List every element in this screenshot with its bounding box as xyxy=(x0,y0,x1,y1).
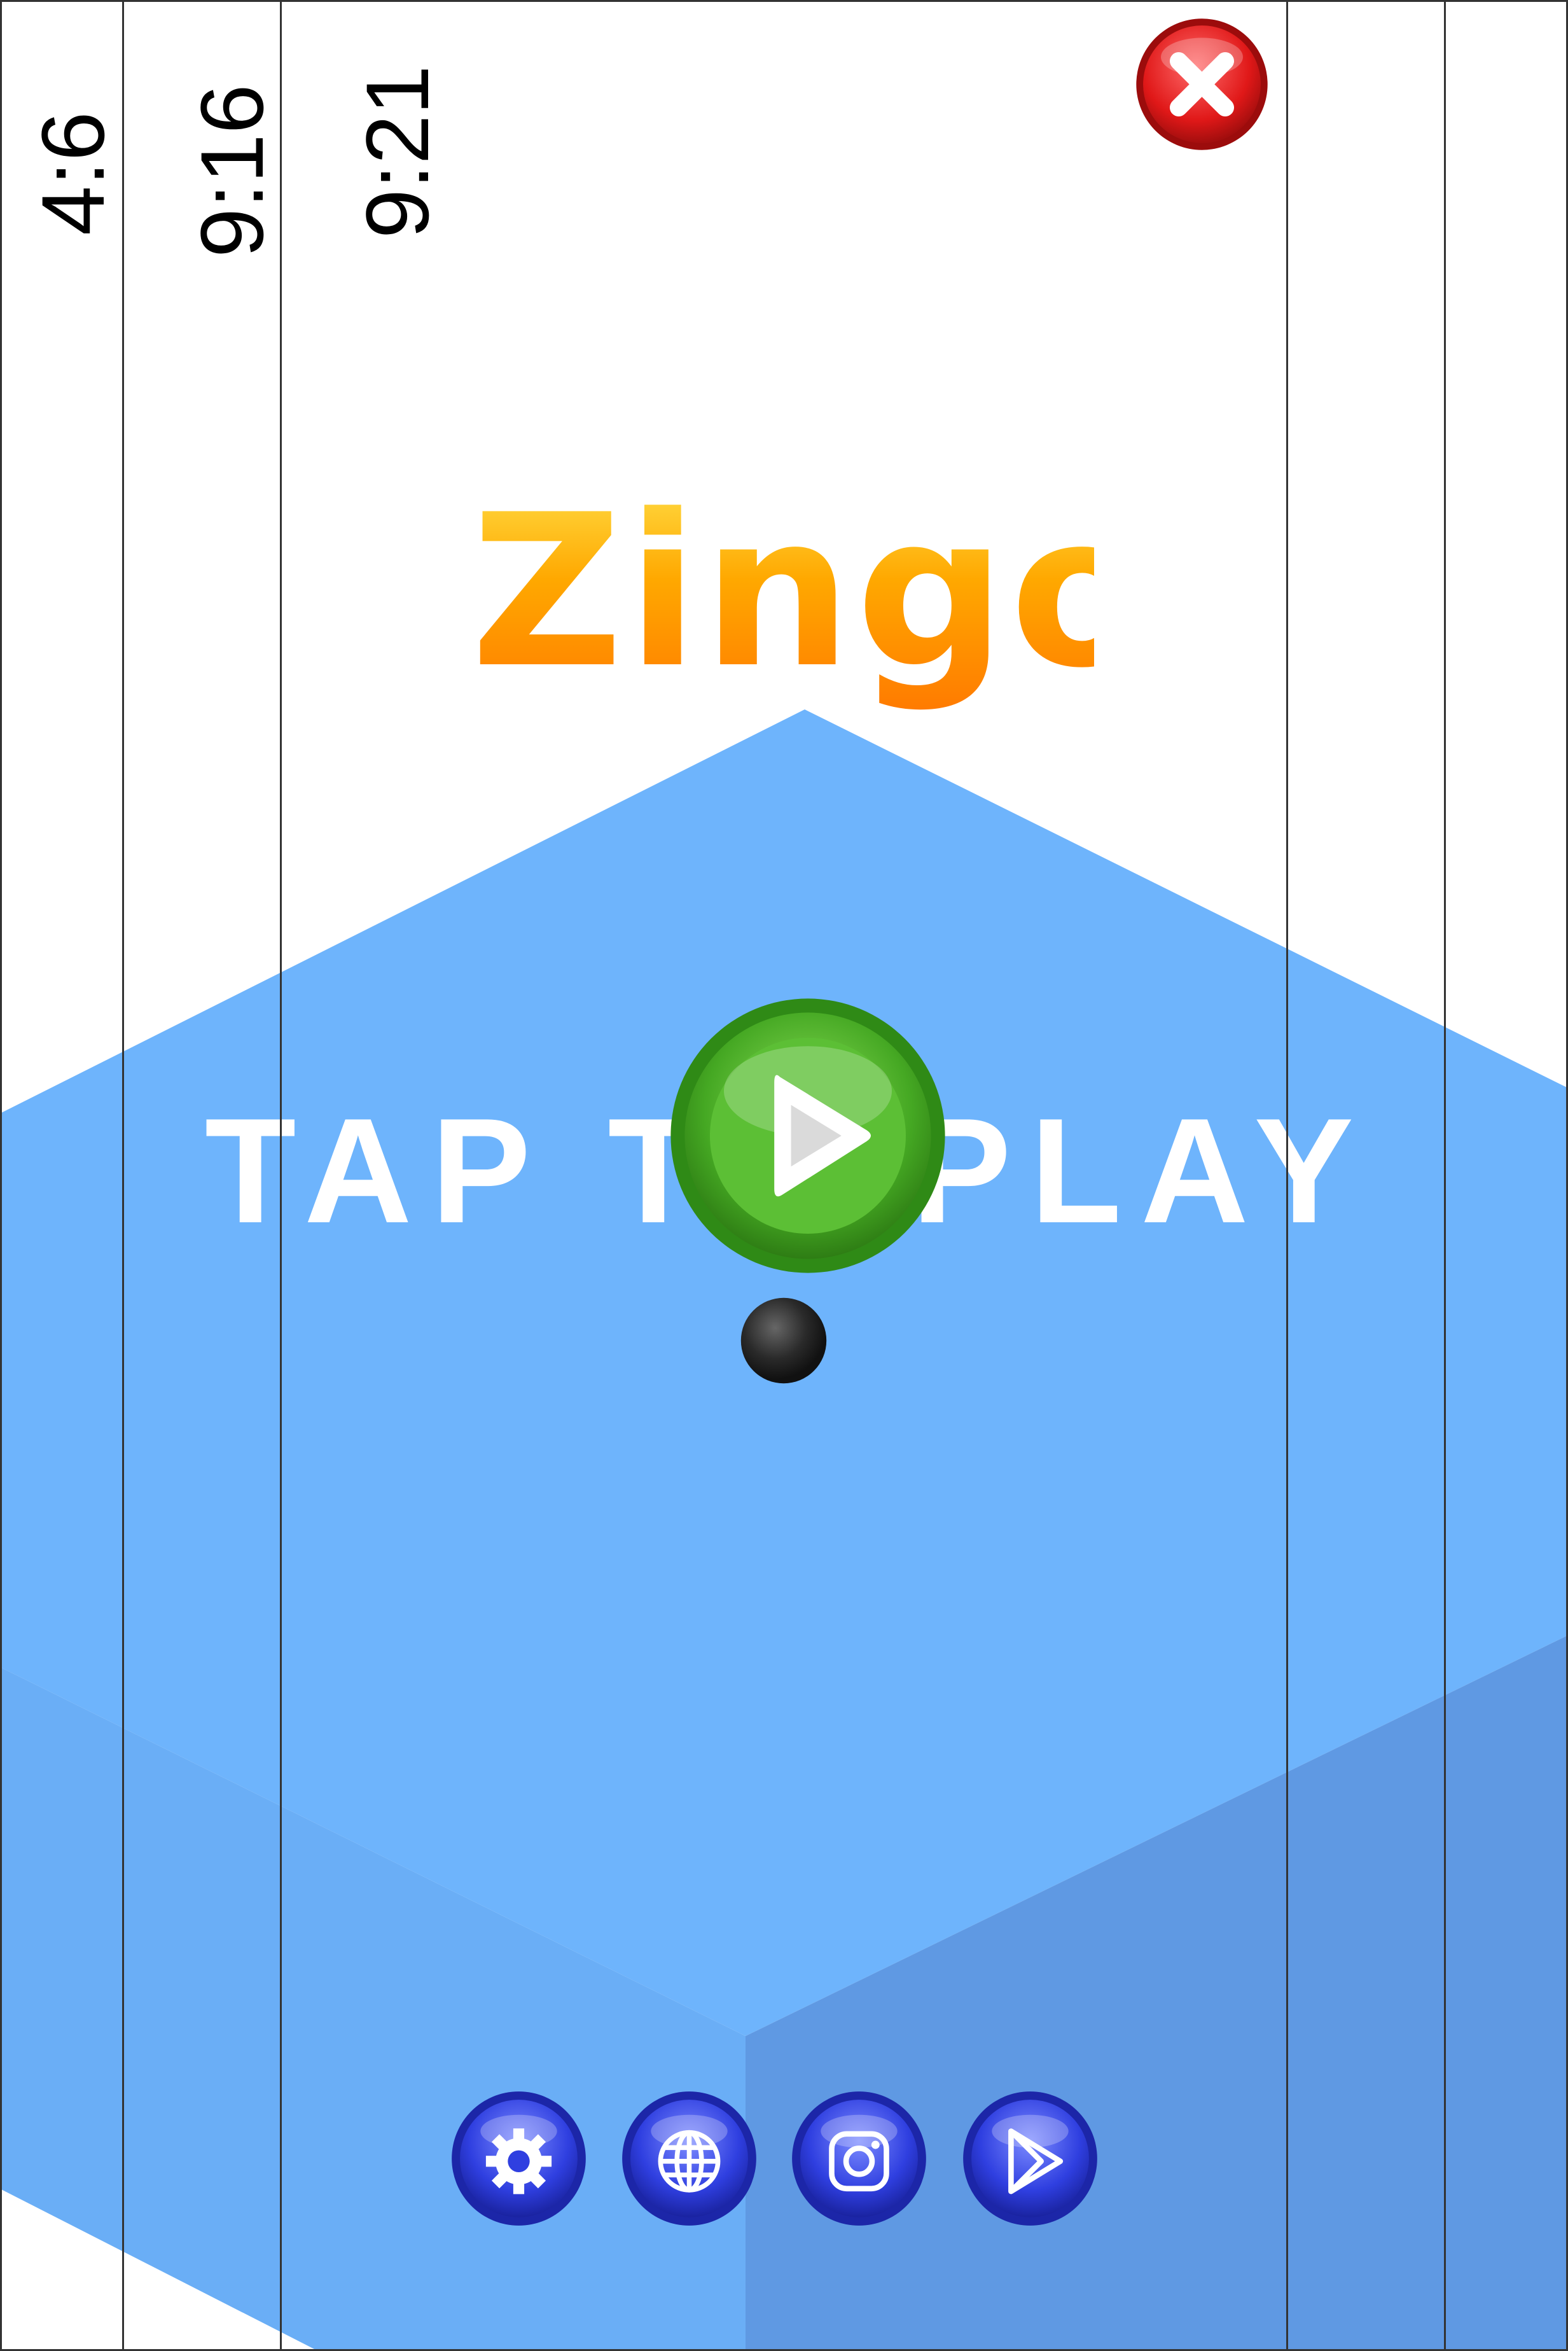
globe-icon xyxy=(622,2091,756,2226)
play-button[interactable] xyxy=(668,996,948,1276)
instagram-icon xyxy=(792,2091,926,2226)
ratio-label-4-6: 4:6 xyxy=(23,111,123,235)
close-icon xyxy=(1136,18,1268,150)
settings-button[interactable] xyxy=(450,2090,587,2227)
website-button[interactable] xyxy=(621,2090,758,2227)
ratio-label-9-21: 9:21 xyxy=(347,65,447,239)
gear-icon xyxy=(452,2091,586,2226)
play-icon xyxy=(670,998,945,1273)
play-store-button[interactable] xyxy=(962,2090,1099,2227)
play-store-icon xyxy=(963,2091,1097,2226)
instagram-button[interactable] xyxy=(791,2090,927,2227)
ratio-label-9-16: 9:16 xyxy=(182,84,282,258)
close-button[interactable] xyxy=(1134,16,1270,153)
